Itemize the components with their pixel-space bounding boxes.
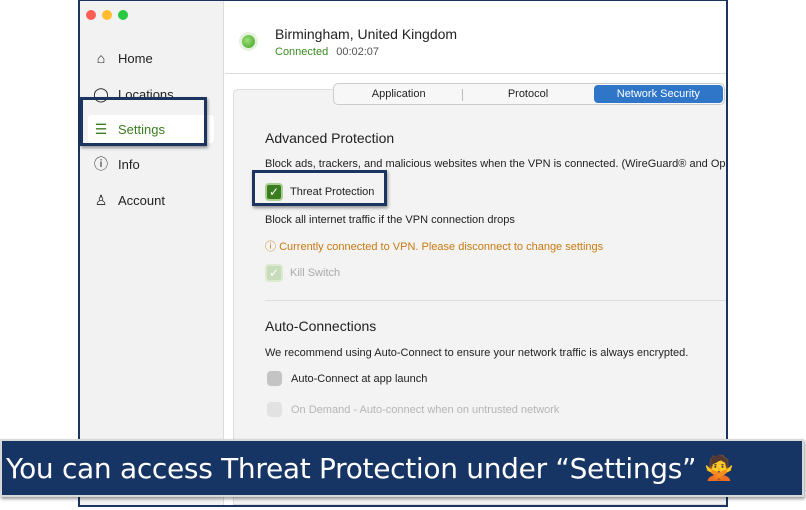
location-name: Birmingham, United Kingdom	[275, 26, 458, 42]
divider	[265, 300, 726, 301]
auto-connect-label: Auto-Connect at app launch	[291, 372, 428, 385]
sidebar-item-info[interactable]: ⓘ Info	[88, 150, 214, 178]
connected-status-icon	[242, 35, 255, 48]
threat-protection-highlight-box	[252, 170, 387, 206]
auto-connect-checkbox[interactable]	[267, 371, 282, 386]
tab-network-security[interactable]: Network Security	[593, 85, 723, 103]
sidebar: ⌂ Home ◯ Locations ☰ Settings ⓘ Info ♙ Accoun…	[80, 1, 224, 505]
window-controls	[86, 10, 128, 20]
threat-description: Block ads, trackers, and malicious websi…	[265, 158, 728, 170]
app-window: ⌂ Home ◯ Locations ☰ Settings ⓘ Info ♙ Accoun…	[78, 0, 728, 507]
kill-switch-label: Kill Switch	[290, 267, 341, 279]
settings-highlight-box	[80, 97, 207, 146]
warning-text: Currently connected to VPN. Please disco…	[279, 241, 604, 253]
settings-tabs: Application Protocol Network Security	[333, 83, 725, 105]
section-title-auto: Auto-Connections	[265, 318, 377, 334]
killswitch-description: Block all internet traffic if the VPN co…	[265, 214, 515, 226]
info-icon: ⓘ	[94, 156, 108, 172]
connection-header: Birmingham, United Kingdom Connected 00:0…	[225, 1, 726, 74]
kill-switch-row: ✓ Kill Switch	[265, 264, 340, 282]
kill-switch-checkbox: ✓	[265, 264, 283, 282]
minimize-button[interactable]	[102, 10, 112, 20]
auto-connect-row[interactable]: Auto-Connect at app launch	[265, 371, 427, 386]
warning-message: ⓘ Currently connected to VPN. Please dis…	[265, 238, 603, 254]
sidebar-item-account[interactable]: ♙ Account	[88, 186, 214, 214]
auto-description: We recommend using Auto-Connect to ensur…	[265, 347, 689, 359]
sidebar-item-label: Info	[118, 156, 140, 172]
caption-text: You can access Threat Protection under “…	[6, 451, 697, 485]
warning-icon: ⓘ	[265, 241, 280, 253]
tab-protocol[interactable]: Protocol	[463, 84, 592, 104]
person-gesturing-no-icon: 🙅	[704, 454, 734, 482]
on-demand-label: On Demand - Auto-connect when on untrust…	[291, 403, 560, 416]
caption-banner: You can access Threat Protection under “…	[0, 439, 804, 497]
tab-application[interactable]: Application	[334, 84, 464, 104]
sidebar-item-home[interactable]: ⌂ Home	[88, 44, 214, 72]
user-icon: ♙	[94, 191, 108, 208]
section-title-advanced: Advanced Protection	[265, 130, 395, 146]
connection-status: Connected	[275, 46, 329, 58]
home-icon: ⌂	[96, 50, 106, 66]
connection-timer: 00:02:07	[336, 46, 380, 58]
close-button[interactable]	[86, 10, 96, 20]
on-demand-row: On Demand - Auto-connect when on untrust…	[265, 402, 559, 417]
zoom-button[interactable]	[118, 10, 128, 20]
sidebar-item-label: Home	[118, 50, 153, 66]
sidebar-item-label: Account	[118, 192, 165, 208]
on-demand-checkbox	[267, 402, 282, 417]
